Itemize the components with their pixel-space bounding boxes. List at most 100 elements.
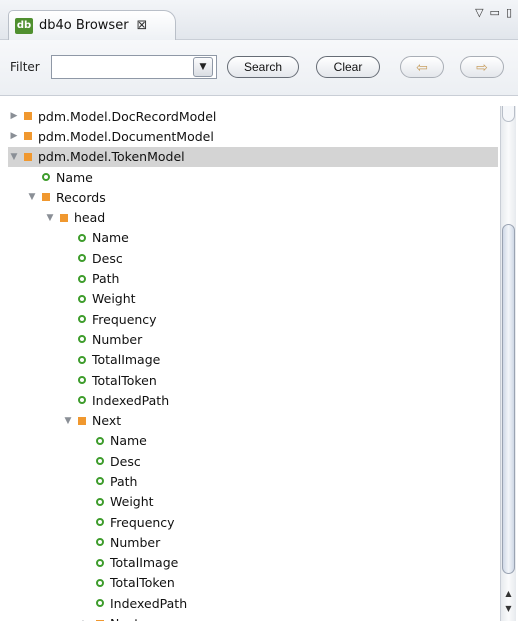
scrollbar-thumb[interactable] — [502, 224, 515, 574]
tree-row-label: Number — [92, 331, 143, 347]
field-node-icon — [96, 599, 104, 608]
field-node-icon — [96, 538, 104, 547]
tab-db4o-browser[interactable]: db db4o Browser ⊠ — [8, 10, 176, 40]
tree-row[interactable]: ▼ pdm.Model.TokenModel — [8, 146, 498, 167]
object-node-icon — [24, 132, 32, 141]
field-node-icon — [78, 233, 86, 242]
tree-row[interactable]: Number — [8, 329, 498, 349]
tree-row-label: IndexedPath — [92, 392, 170, 408]
field-node-icon — [78, 274, 86, 283]
search-button[interactable]: Search — [227, 56, 299, 78]
tree-row[interactable]: TotalImage — [8, 350, 498, 370]
minimize-icon[interactable]: ▭ — [490, 6, 500, 19]
tree-row[interactable]: Weight — [8, 492, 498, 512]
field-node-icon — [96, 518, 104, 527]
tree-row-label: Number — [110, 534, 161, 550]
tree-row[interactable]: Number — [8, 532, 498, 552]
object-node-icon — [24, 112, 32, 121]
tree-row[interactable]: ▼ Records — [8, 187, 498, 207]
tree-row-label: Weight — [92, 291, 136, 307]
tree-row-label: head — [74, 210, 106, 226]
vertical-scrollbar[interactable]: ▲ ▼ — [500, 106, 516, 621]
tree-row[interactable]: Desc — [8, 248, 498, 268]
tree-row-label: Path — [110, 473, 138, 489]
db4o-icon: db — [15, 17, 33, 34]
arrow-right-icon: ⇨ — [476, 58, 488, 75]
tree-row[interactable]: TotalImage — [8, 553, 498, 573]
view-controls: ▽ ▭ ▯ — [475, 6, 512, 19]
tree-row[interactable]: Desc — [8, 451, 498, 471]
scroll-up-icon[interactable]: ▲ — [501, 588, 516, 600]
forward-button[interactable]: ⇨ — [460, 56, 504, 78]
field-node-icon — [78, 335, 86, 344]
close-icon[interactable]: ⊠ — [137, 18, 148, 33]
tree-row[interactable]: ▶ pdm.Model.DocumentModel — [8, 126, 498, 146]
tree-row[interactable]: Frequency — [8, 512, 498, 532]
collapsed-triangle-icon[interactable]: ▶ — [8, 131, 20, 141]
tree-row-label: Name — [56, 169, 93, 185]
clear-button[interactable]: Clear — [316, 56, 380, 78]
tree-row-label: Next — [110, 616, 139, 621]
tree-row-label: TotalToken — [110, 575, 175, 591]
tree-row-label: TotalImage — [110, 555, 179, 571]
field-node-icon — [96, 457, 104, 466]
maximize-icon[interactable]: ▯ — [506, 6, 512, 19]
arrow-left-icon: ⇦ — [416, 58, 428, 75]
view-tab-bar: db db4o Browser ⊠ ▽ ▭ ▯ — [0, 0, 518, 40]
field-node-icon — [42, 173, 50, 182]
field-node-icon — [96, 436, 104, 445]
expanded-triangle-icon[interactable]: ▼ — [26, 192, 38, 202]
field-node-icon — [78, 294, 86, 303]
tree-row[interactable]: Frequency — [8, 309, 498, 329]
object-node-icon — [78, 416, 86, 425]
tree-row-label: pdm.Model.TokenModel — [38, 149, 185, 165]
tree-row[interactable]: Name — [8, 228, 498, 248]
tree-row[interactable]: Path — [8, 268, 498, 288]
tree-row-label: IndexedPath — [110, 595, 188, 611]
tree-row[interactable]: ▶Next — [8, 613, 498, 621]
tree-row-label: TotalToken — [92, 372, 157, 388]
tree-row-label: Desc — [110, 453, 141, 469]
tree-row[interactable]: TotalToken — [8, 573, 498, 593]
tree-row-label: Next — [92, 413, 122, 429]
field-node-icon — [96, 477, 104, 486]
field-node-icon — [78, 355, 86, 364]
filter-dropdown-button[interactable]: ▼ — [193, 57, 213, 77]
tree-row-label: Records — [56, 189, 106, 205]
tree-row[interactable]: ▼ head — [8, 207, 498, 227]
object-tree: ▶ pdm.Model.DocRecordModel ▶ pdm.Model.Docu… — [8, 106, 498, 621]
tree-row-label: Frequency — [110, 514, 175, 530]
tree-row[interactable]: IndexedPath — [8, 593, 498, 613]
expanded-triangle-icon[interactable]: ▼ — [62, 416, 74, 426]
tree-row[interactable]: Path — [8, 471, 498, 491]
expanded-triangle-icon[interactable]: ▼ — [44, 213, 56, 223]
filter-toolbar: Filter ▼ Search Clear ⇦ ⇨ — [0, 40, 518, 96]
tree-row[interactable]: Name — [8, 167, 498, 187]
tree-row-label: Desc — [92, 250, 123, 266]
field-node-icon — [96, 558, 104, 567]
field-node-icon — [96, 497, 104, 506]
tree-row[interactable]: TotalToken — [8, 370, 498, 390]
tree-row[interactable]: Weight — [8, 289, 498, 309]
tree-row-label: Name — [110, 433, 147, 449]
view-menu-icon[interactable]: ▽ — [475, 6, 483, 19]
collapsed-triangle-icon[interactable]: ▶ — [8, 111, 20, 121]
tree-row-label: Frequency — [92, 311, 157, 327]
object-node-icon — [24, 152, 32, 161]
tree-row-label: Weight — [110, 494, 154, 510]
scroll-down-icon[interactable]: ▼ — [501, 603, 516, 615]
tree-row[interactable]: Name — [8, 431, 498, 451]
tree-row[interactable]: ▼ Next — [8, 410, 498, 430]
field-node-icon — [96, 578, 104, 587]
tree-row[interactable]: ▶ pdm.Model.DocRecordModel — [8, 106, 498, 126]
field-node-icon — [78, 254, 86, 263]
chevron-down-icon: ▼ — [199, 62, 207, 72]
field-node-icon — [78, 396, 86, 405]
field-node-icon — [78, 315, 86, 324]
scrollbar-top-cap — [502, 106, 515, 122]
tree-row-label: Path — [92, 271, 120, 287]
expanded-triangle-icon[interactable]: ▼ — [8, 152, 20, 162]
tree-row[interactable]: IndexedPath — [8, 390, 498, 410]
back-button[interactable]: ⇦ — [400, 56, 444, 78]
object-node-icon — [60, 213, 68, 222]
